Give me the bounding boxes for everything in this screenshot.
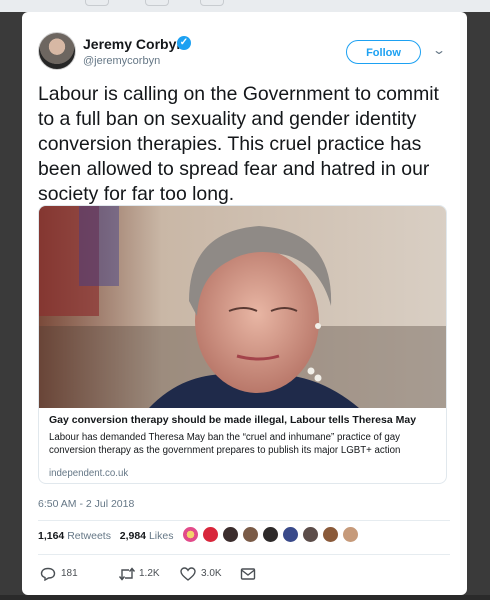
liker-avatar[interactable]: [342, 526, 359, 543]
like-count: 3.0K: [201, 568, 222, 579]
tweet-timestamp[interactable]: 6:50 AM - 2 Jul 2018: [38, 498, 134, 510]
liker-avatar[interactable]: [202, 526, 219, 543]
chevron-down-icon[interactable]: ⌄: [432, 43, 446, 57]
liker-avatar[interactable]: [322, 526, 339, 543]
retweet-count: 1.2K: [139, 568, 160, 579]
likes-count[interactable]: 2,984: [120, 530, 146, 542]
tweet-text: Labour is calling on the Government to c…: [38, 83, 439, 205]
tweet-actions: 181 1.2K 3.0K: [38, 566, 298, 582]
follow-button[interactable]: Follow: [346, 40, 421, 64]
reply-count: 181: [61, 568, 78, 579]
engagement-stats: 1,164 Retweets 2,984 Likes: [38, 530, 173, 542]
reply-icon: [40, 567, 56, 581]
author-name[interactable]: Jeremy Corbyn: [83, 36, 185, 52]
preview-photo: [39, 206, 446, 408]
background-faint-icons: [0, 0, 490, 12]
retweets-count[interactable]: 1,164: [38, 530, 64, 542]
link-preview-card[interactable]: Gay conversion therapy should be made il…: [38, 205, 447, 484]
likes-label[interactable]: Likes: [149, 530, 174, 542]
divider: [38, 520, 450, 521]
verified-badge-icon: ✓: [177, 36, 191, 50]
background-bottom-bar: [0, 595, 490, 600]
liker-avatar[interactable]: [262, 526, 279, 543]
divider: [38, 554, 450, 555]
liker-avatar[interactable]: [222, 526, 239, 543]
preview-domain[interactable]: independent.co.uk: [49, 468, 128, 479]
preview-description: Labour has demanded Theresa May ban the …: [49, 432, 401, 456]
background-top-bar: [0, 0, 490, 12]
envelope-icon: [240, 568, 256, 580]
author-handle[interactable]: @jeremycorbyn: [83, 55, 160, 67]
preview-title[interactable]: Gay conversion therapy should be made il…: [49, 414, 439, 426]
retweets-label[interactable]: Retweets: [67, 530, 111, 542]
avatar[interactable]: [38, 32, 76, 70]
liker-avatar[interactable]: [242, 526, 259, 543]
liker-avatar[interactable]: [282, 526, 299, 543]
retweet-icon: [118, 567, 136, 581]
heart-icon: [180, 567, 196, 581]
liker-avatar[interactable]: [302, 526, 319, 543]
tweet-card: Jeremy Corbyn ✓ @jeremycorbyn Follow ⌄ L…: [22, 12, 467, 595]
liker-avatar[interactable]: [182, 526, 199, 543]
